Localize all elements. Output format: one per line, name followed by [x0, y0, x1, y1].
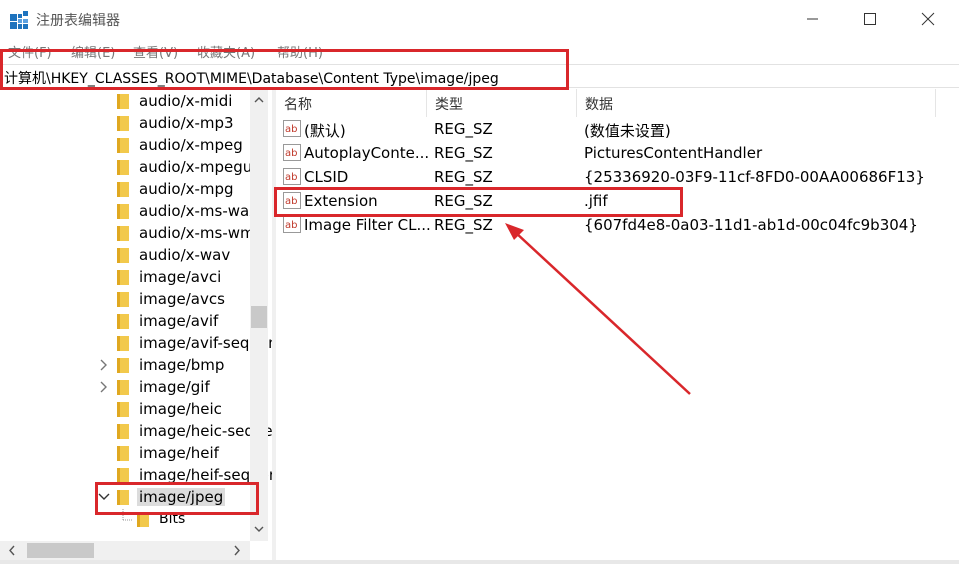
- arrow-line: [514, 231, 691, 395]
- annotation-arrow: [505, 223, 691, 395]
